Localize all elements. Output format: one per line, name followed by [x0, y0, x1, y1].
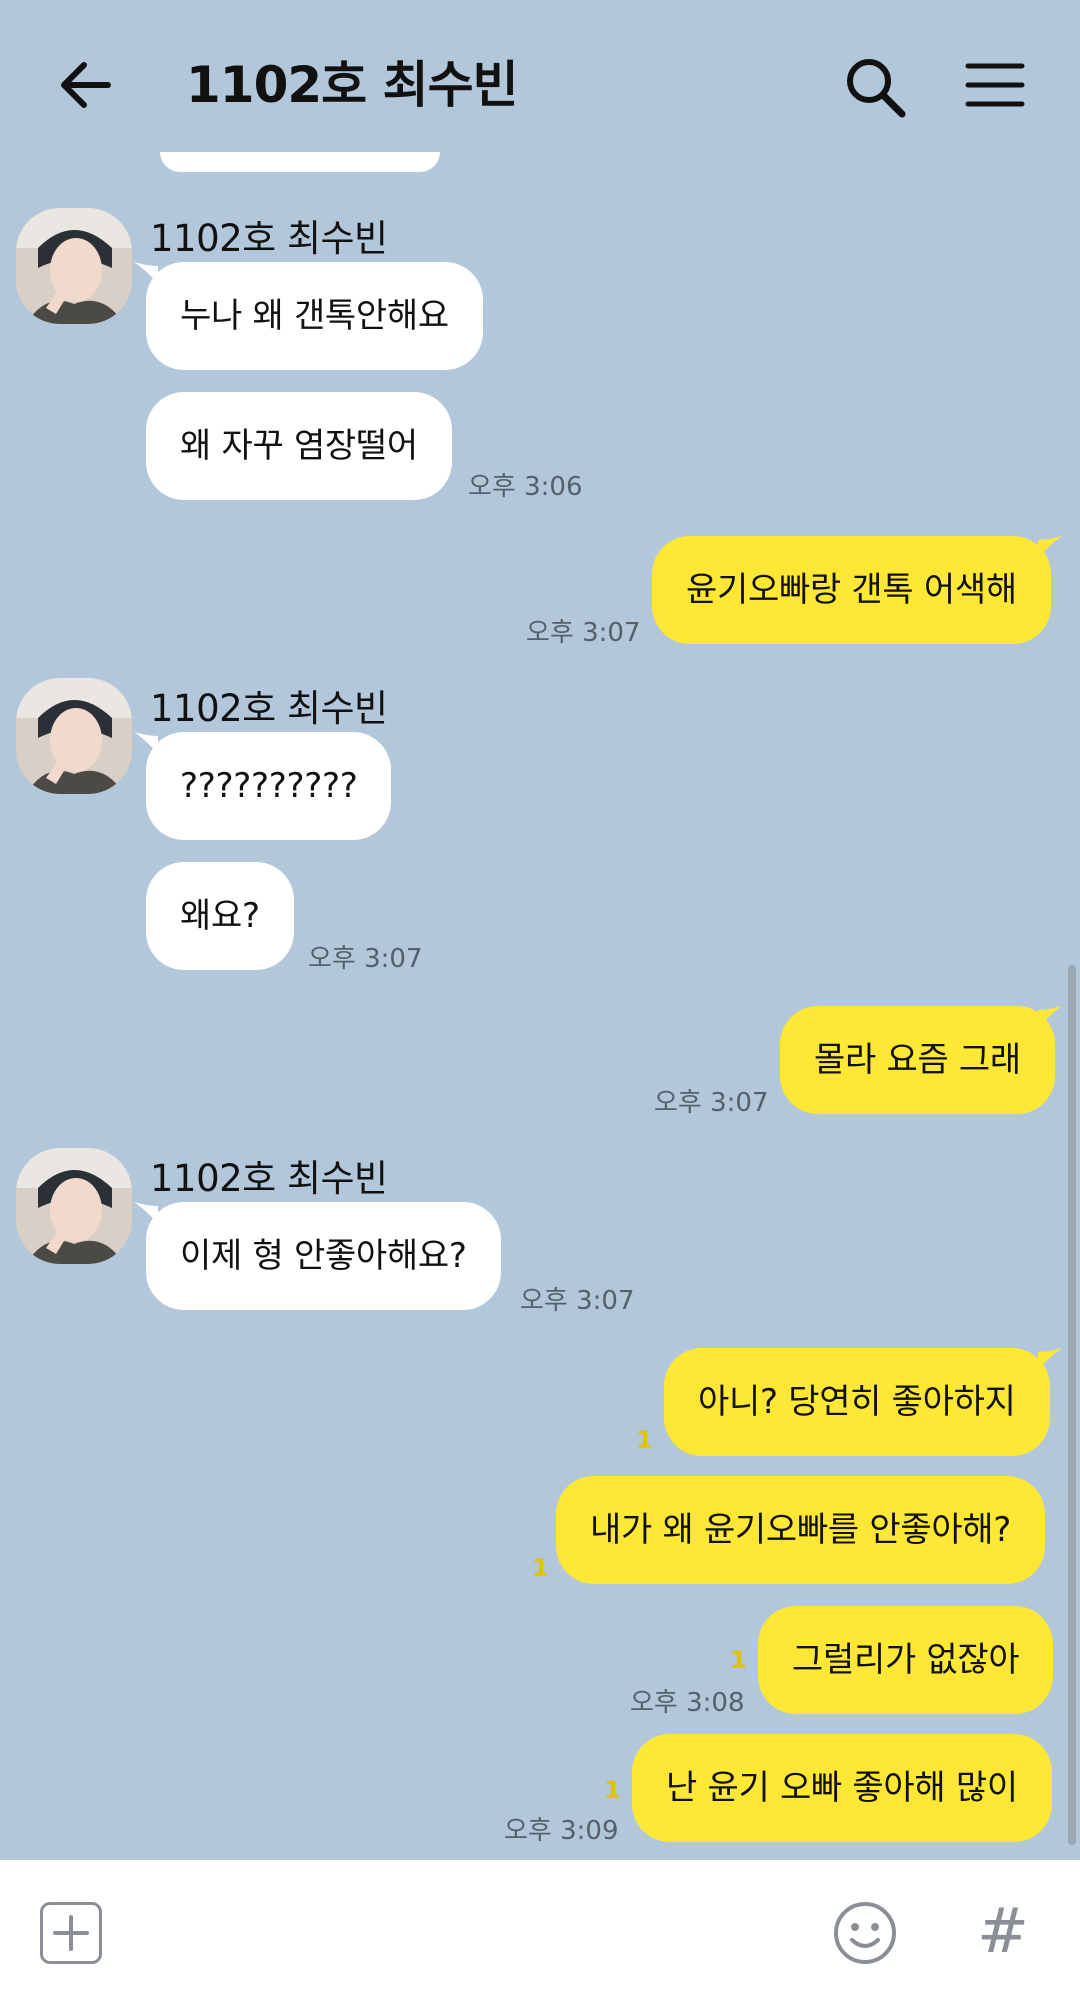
search-icon: [847, 59, 906, 118]
scrollbar[interactable]: [1068, 965, 1076, 1845]
unread-count: 1: [532, 1554, 549, 1582]
unread-count: 1: [604, 1776, 621, 1804]
hash-button[interactable]: #: [968, 1896, 1038, 1966]
outgoing-message[interactable]: 난 윤기 오빠 좋아해 많이: [632, 1734, 1052, 1842]
unread-count: 1: [636, 1426, 653, 1454]
message-time: 오후 3:08: [630, 1688, 745, 1718]
profile-photo-icon: [16, 1148, 132, 1264]
incoming-message[interactable]: ??????????: [146, 732, 392, 840]
message-time: 오후 3:07: [654, 1088, 769, 1118]
bubble-tail: [1038, 1348, 1062, 1370]
avatar[interactable]: [16, 1148, 132, 1264]
sender-name: 1102호 최수빈: [150, 217, 388, 260]
message-time: 오후 3:09: [504, 1816, 619, 1846]
arrow-left-icon: [61, 62, 111, 108]
profile-photo-icon: [16, 678, 132, 794]
message-time: 오후 3:06: [468, 472, 583, 502]
chat-header: 1102호 최수빈: [0, 0, 1080, 168]
incoming-message[interactable]: 누나 왜 갠톡안해요: [146, 262, 483, 370]
outgoing-message[interactable]: 몰라 요즘 그래: [780, 1006, 1055, 1114]
message-time: 오후 3:07: [308, 944, 423, 974]
message-time: 오후 3:07: [526, 618, 641, 648]
incoming-message[interactable]: 왜요?: [146, 862, 294, 970]
outgoing-message[interactable]: 그럴리가 없잖아: [758, 1606, 1054, 1714]
sender-name: 1102호 최수빈: [150, 1157, 388, 1200]
chat-title: 1102호 최수빈: [186, 56, 519, 114]
bubble-tail: [1038, 1006, 1062, 1028]
profile-photo-icon: [16, 208, 132, 324]
unread-count: 1: [730, 1646, 747, 1674]
input-bar: [0, 1860, 1080, 2004]
bubble-tail: [1038, 536, 1062, 558]
outgoing-message[interactable]: 아니? 당연히 좋아하지: [664, 1348, 1050, 1456]
avatar[interactable]: [16, 208, 132, 324]
incoming-message[interactable]: 왜 자꾸 염장떨어: [146, 392, 452, 500]
avatar[interactable]: [16, 678, 132, 794]
outgoing-message[interactable]: 내가 왜 윤기오빠를 안좋아해?: [556, 1476, 1046, 1584]
back-button[interactable]: [52, 50, 122, 120]
sender-name: 1102호 최수빈: [150, 687, 388, 730]
incoming-message[interactable]: 이제 형 안좋아해요?: [146, 1202, 501, 1310]
menu-button[interactable]: [960, 52, 1030, 122]
plus-icon: [53, 1915, 89, 1951]
outgoing-message[interactable]: 윤기오빠랑 갠톡 어색해: [652, 536, 1051, 644]
hamburger-menu-icon: [965, 63, 1025, 107]
search-button[interactable]: [840, 52, 910, 122]
message-time: 오후 3:07: [520, 1286, 635, 1316]
attach-button[interactable]: [40, 1902, 102, 1964]
emoji-icon: [834, 1902, 896, 1964]
emoji-button[interactable]: [832, 1900, 898, 1966]
partial-message-bubble: [160, 152, 440, 172]
